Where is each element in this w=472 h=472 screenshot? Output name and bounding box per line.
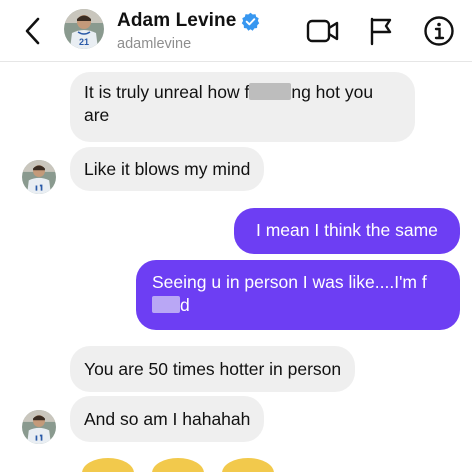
dm-thread-screen: 21 Adam Levine adamlevine It is truly un… [0, 0, 472, 472]
message-text: I mean I think the same [256, 220, 438, 240]
name-row[interactable]: Adam Levine [117, 9, 260, 33]
message-bubble-outgoing[interactable]: I mean I think the same [234, 208, 460, 254]
message-text: It is truly unreal how f [84, 82, 250, 102]
back-button[interactable] [18, 14, 46, 48]
info-icon [424, 16, 454, 46]
sender-avatar[interactable] [22, 160, 56, 194]
video-call-icon [306, 19, 339, 43]
sender-avatar[interactable] [22, 410, 56, 444]
message-text: Like it blows my mind [84, 159, 251, 179]
quick-reactions [70, 458, 290, 472]
censored-blur [249, 83, 292, 100]
info-button[interactable] [422, 14, 456, 48]
message-text: You are 50 times hotter in person [84, 359, 342, 379]
avatar-jersey-number: 21 [79, 37, 89, 47]
message-bubble-incoming[interactable]: It is truly unreal how f ng hot you are [70, 72, 415, 142]
report-flag-button[interactable] [366, 14, 396, 48]
username[interactable]: adamlevine [117, 36, 191, 52]
message-text: Seeing u in person I was like....I'm f [152, 272, 427, 292]
message-text: d [180, 295, 190, 315]
message-text: And so am I hahahah [84, 409, 251, 429]
emoji-reaction-button[interactable] [152, 458, 204, 472]
profile-avatar[interactable]: 21 [64, 9, 104, 49]
message-bubble-incoming[interactable]: You are 50 times hotter in person [70, 346, 356, 392]
verified-badge-icon [241, 12, 260, 31]
emoji-reaction-button[interactable] [222, 458, 274, 472]
thread-header: 21 Adam Levine adamlevine [0, 0, 472, 62]
chevron-left-icon [25, 17, 40, 45]
video-call-button[interactable] [305, 14, 341, 48]
flag-icon [370, 17, 392, 46]
display-name: Adam Levine [117, 10, 237, 31]
censored-blur [152, 296, 180, 313]
message-bubble-incoming[interactable]: And so am I hahahah [70, 396, 265, 442]
emoji-reaction-button[interactable] [82, 458, 134, 472]
message-bubble-outgoing[interactable]: Seeing u in person I was like....I'm f d [136, 260, 460, 330]
message-bubble-incoming[interactable]: Like it blows my mind [70, 147, 265, 191]
